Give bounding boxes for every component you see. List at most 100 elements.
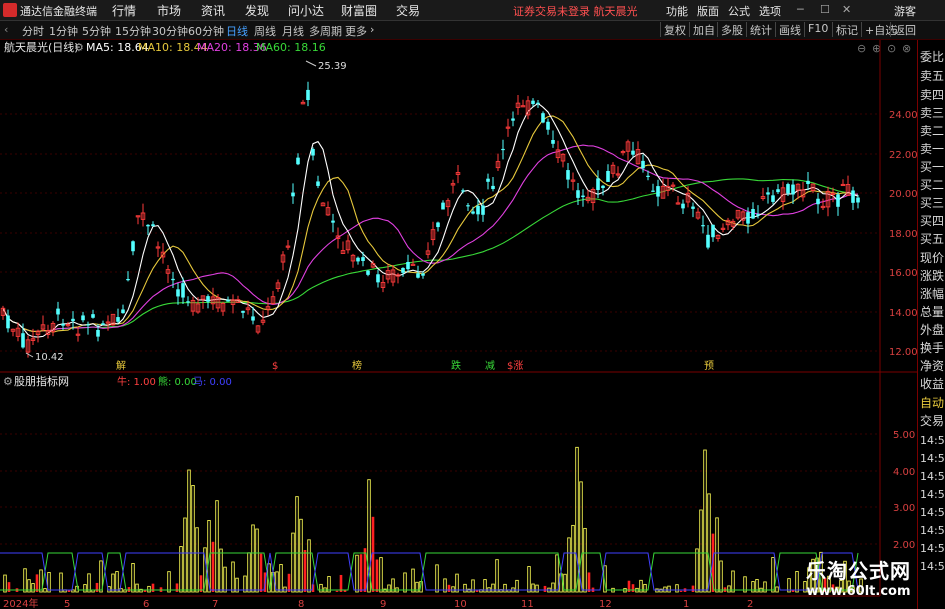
candle-body xyxy=(306,89,310,101)
candle-body xyxy=(771,195,775,202)
indicator-bar xyxy=(147,585,151,593)
indicator-bar xyxy=(491,583,495,593)
btn-multi-stock[interactable]: 多股 xyxy=(717,22,746,37)
menu-item-discover[interactable]: 发现 xyxy=(245,2,269,19)
candle-body xyxy=(566,170,570,180)
trade-time: 14:56 xyxy=(920,524,945,537)
candle-body xyxy=(691,206,695,209)
watermark-url: www.60lt.com xyxy=(806,584,911,599)
more-chevron-icon[interactable]: › xyxy=(370,23,374,36)
candle-body xyxy=(476,205,480,215)
login-notice[interactable]: 证券交易未登录 航天晨光 xyxy=(513,3,638,19)
menu-item-ask[interactable]: 问小达 xyxy=(288,2,324,19)
indicator-bar xyxy=(111,573,115,593)
maximize-icon[interactable]: ☐ xyxy=(820,3,830,16)
indicator-settings-icon[interactable]: ⚙ xyxy=(3,375,13,388)
candle-body xyxy=(171,278,175,281)
indicator-bar xyxy=(531,583,535,593)
kline-chart[interactable]: 航天晨光(日线) ⚙ MA5: 18.64 MA10: 18.44 MA20: … xyxy=(0,40,917,609)
period-more[interactable]: 更多 xyxy=(345,23,367,39)
indicator-bar xyxy=(795,571,799,593)
candle-body xyxy=(466,205,470,207)
menu-item-trade[interactable]: 交易 xyxy=(396,2,420,19)
candlesticks xyxy=(0,81,860,358)
candle-body xyxy=(151,224,155,227)
trade-time: 14:56 xyxy=(920,452,945,465)
menu-bar: 通达信金融终端 行情 市场 资讯 发现 问小达 财富圈 交易 证券交易未登录 航… xyxy=(0,0,945,21)
indicator-bar xyxy=(183,517,187,593)
auto-trade-label[interactable]: 交易 xyxy=(920,412,944,429)
period-monthly[interactable]: 月线 xyxy=(282,23,304,39)
candle-body xyxy=(816,198,820,205)
menu-item-function[interactable]: 功能 xyxy=(666,3,688,19)
btn-add-self[interactable]: 加自 xyxy=(689,22,718,37)
date-tick: 6 xyxy=(143,599,149,609)
date-tick: 10 xyxy=(454,599,467,609)
period-1min[interactable]: 1分钟 xyxy=(49,23,78,39)
side-label[interactable]: 委比 xyxy=(920,48,944,65)
menu-item-news[interactable]: 资讯 xyxy=(201,2,225,19)
period-30min[interactable]: 30分钟 xyxy=(152,23,188,39)
period-60min[interactable]: 60分钟 xyxy=(188,23,224,39)
btn-f10[interactable]: F10 xyxy=(804,22,831,37)
app-logo-icon xyxy=(3,3,17,17)
indicator-tick: 5.00 xyxy=(893,430,915,441)
period-weekly[interactable]: 周线 xyxy=(254,23,276,39)
chart-settings-icon[interactable]: ⊙ xyxy=(887,42,896,55)
period-5min[interactable]: 5分钟 xyxy=(82,23,111,39)
indicator-bar xyxy=(339,574,343,592)
btn-back[interactable]: 返回 xyxy=(890,22,919,37)
menu-item-hq[interactable]: 行情 xyxy=(112,2,136,19)
date-tick: 11 xyxy=(521,599,534,609)
period-intraday[interactable]: 分时 xyxy=(22,23,44,39)
period-15min[interactable]: 15分钟 xyxy=(115,23,151,39)
menu-item-formula[interactable]: 公式 xyxy=(728,3,750,19)
candle-body xyxy=(546,121,550,130)
indicator-bar xyxy=(255,528,259,593)
indicator-bar xyxy=(719,560,723,593)
indicator-bar xyxy=(551,582,555,593)
btn-rights[interactable]: 复权 xyxy=(660,22,689,37)
side-label: 现价 xyxy=(920,251,945,265)
menu-item-options[interactable]: 选项 xyxy=(759,3,781,19)
indicator-bar xyxy=(3,574,7,593)
period-daily[interactable]: 日线 xyxy=(226,23,248,39)
signal-labels: 解 $ 榜 跌 减 $涨 预 xyxy=(116,359,714,372)
side-label: 卖三 xyxy=(920,106,945,120)
candle-body xyxy=(606,170,610,182)
candle-body xyxy=(56,308,60,315)
signal-label: 解 xyxy=(116,359,126,372)
menu-item-market[interactable]: 市场 xyxy=(157,2,181,19)
candle-body xyxy=(601,185,605,189)
menu-item-layout[interactable]: 版面 xyxy=(697,3,719,19)
btn-draw[interactable]: 画线 xyxy=(775,22,804,37)
date-tick: 1 xyxy=(683,599,689,609)
toolbar-toggle-icon[interactable]: ‹ xyxy=(4,23,8,36)
indicator-bar xyxy=(131,563,135,593)
ma20-line xyxy=(2,144,859,332)
btn-mark[interactable]: 标记 xyxy=(832,22,861,37)
candle-body xyxy=(511,118,515,121)
candle-body xyxy=(356,257,360,262)
zoom-out-icon[interactable]: ⊖ xyxy=(857,42,866,55)
candle-body xyxy=(311,148,315,156)
btn-stats[interactable]: 统计 xyxy=(746,22,775,37)
side-label: 卖四 xyxy=(920,88,945,102)
date-tick: 7 xyxy=(212,599,218,609)
auto-trade-label[interactable]: 自动 xyxy=(920,394,944,411)
candle-body xyxy=(121,309,125,314)
settings-icon[interactable]: ⚙ xyxy=(74,41,84,54)
candle-body xyxy=(181,283,185,298)
side-label: 收益 xyxy=(920,377,945,391)
ma60-label: MA60: 18.16 xyxy=(256,41,326,54)
close-icon[interactable]: ✕ xyxy=(842,3,851,16)
guest-label[interactable]: 游客 xyxy=(894,3,916,19)
watermark-title: 乐淘公式网 xyxy=(806,559,911,583)
high-price-label: 25.39 xyxy=(318,61,347,72)
minimize-icon[interactable]: ─ xyxy=(797,3,804,16)
menu-item-wealth[interactable]: 财富圈 xyxy=(341,2,377,19)
indicator-bar xyxy=(691,585,695,592)
chart-close-icon[interactable]: ⊗ xyxy=(902,42,911,55)
indicator-bar xyxy=(187,469,191,593)
period-multi[interactable]: 多周期 xyxy=(309,23,342,39)
